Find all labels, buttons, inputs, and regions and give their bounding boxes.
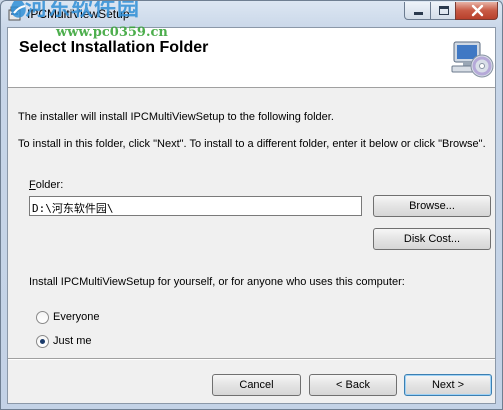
watermark-site-name: 河东软件园: [25, 0, 141, 21]
folder-path-input[interactable]: D:\河东软件园\: [29, 196, 362, 216]
folder-label-rest: older:: [35, 179, 64, 191]
minimize-button[interactable]: [404, 2, 431, 20]
minimize-icon: [414, 12, 423, 15]
installer-window: IPCMultiViewSetup Select Installation Fo…: [0, 0, 503, 410]
maximize-icon: [439, 6, 449, 15]
close-icon: [471, 4, 484, 20]
radio-button-everyone[interactable]: [36, 311, 49, 324]
page-title: Select Installation Folder: [19, 39, 209, 56]
folder-label-accesskey: F: [29, 179, 36, 191]
back-button[interactable]: < Back: [309, 374, 397, 396]
footer-divider: [8, 358, 495, 360]
close-button[interactable]: [455, 2, 498, 20]
radio-label-just-me[interactable]: Just me: [53, 335, 92, 347]
computer-cd-icon: [450, 38, 494, 80]
browse-button[interactable]: Browse...: [373, 195, 491, 217]
info-line-1: The installer will install IPCMultiViewS…: [18, 111, 334, 123]
info-line-2: To install in this folder, click "Next".…: [18, 138, 486, 150]
dialog-body: Select Installation Folder The installer…: [7, 27, 496, 404]
cancel-button[interactable]: Cancel: [212, 374, 301, 396]
radio-selected-dot: [40, 339, 45, 344]
disk-cost-button[interactable]: Disk Cost...: [373, 228, 491, 250]
folder-label: Folder:: [29, 179, 63, 191]
install-for-prompt: Install IPCMultiViewSetup for yourself, …: [29, 276, 405, 288]
next-button[interactable]: Next >: [404, 374, 492, 396]
radio-label-everyone[interactable]: Everyone: [53, 311, 99, 323]
watermark-url: www.pc0359.cn: [56, 25, 168, 40]
radio-button-just-me[interactable]: [36, 335, 49, 348]
maximize-button[interactable]: [430, 2, 456, 20]
